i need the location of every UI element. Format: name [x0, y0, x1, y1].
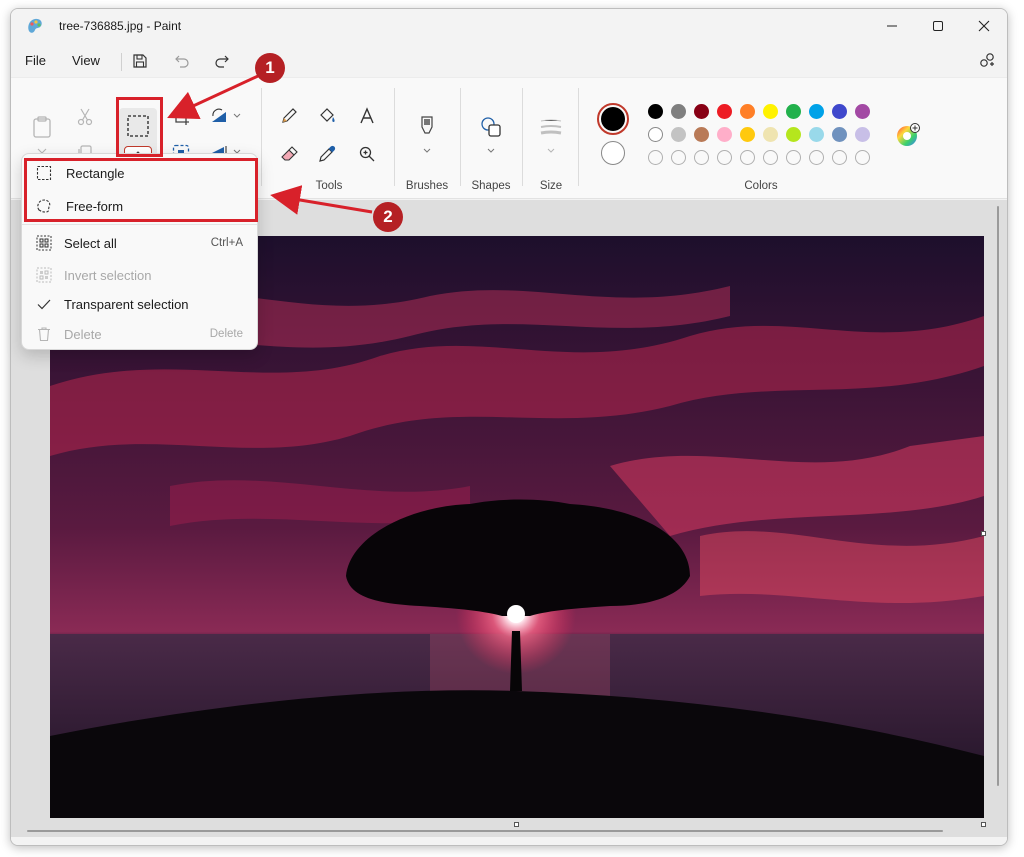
step-badge-2: 2 [373, 202, 403, 232]
step-badge-1: 1 [255, 53, 285, 83]
arrow-2 [270, 185, 373, 215]
arrow-1 [167, 74, 259, 120]
annotation-arrows [167, 74, 373, 215]
